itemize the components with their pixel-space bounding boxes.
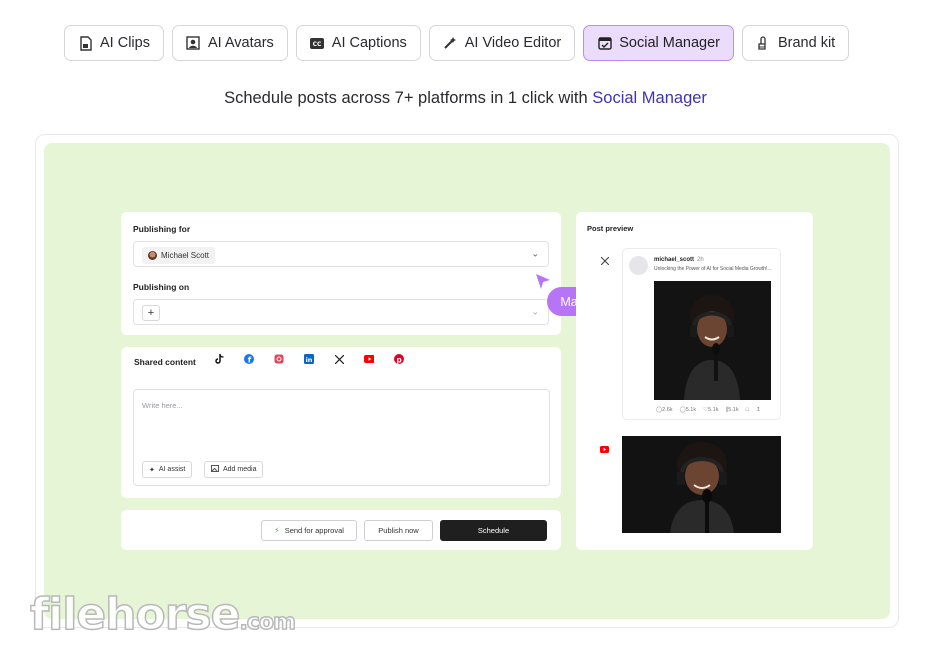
plus-icon: + bbox=[147, 307, 155, 319]
x-icon[interactable] bbox=[334, 354, 344, 364]
tweet-username: michael_scott bbox=[654, 257, 695, 263]
account-name: Michael Scott bbox=[161, 251, 210, 260]
tab-label: AI Clips bbox=[100, 35, 150, 51]
content-editor[interactable]: Write here... ✦ AI assist Add media bbox=[133, 389, 550, 486]
subtitle-text: Schedule posts across 7+ platforms in 1 … bbox=[224, 89, 593, 107]
publish-now-button[interactable]: Publish now bbox=[364, 520, 433, 541]
youtube-icon[interactable] bbox=[364, 354, 374, 364]
publishing-on-label: Publishing on bbox=[133, 282, 190, 292]
account-chip: Michael Scott bbox=[142, 247, 216, 264]
magic-wand-icon bbox=[443, 36, 458, 51]
svg-text:f: f bbox=[248, 356, 252, 365]
tab-social-manager[interactable]: Social Manager bbox=[583, 25, 734, 61]
tab-label: AI Video Editor bbox=[464, 35, 562, 51]
publish-now-label: Publish now bbox=[378, 526, 419, 535]
tab-label: AI Avatars bbox=[207, 35, 274, 51]
svg-text:CC: CC bbox=[313, 41, 322, 48]
tab-label: AI Captions bbox=[331, 35, 407, 51]
tweet-header: michael_scott 2h bbox=[654, 257, 704, 263]
instagram-icon[interactable] bbox=[274, 354, 284, 364]
views-icon: ∥5.1k bbox=[725, 407, 739, 413]
linkedin-icon[interactable]: in bbox=[304, 354, 314, 364]
shared-content-label: Shared content bbox=[134, 357, 196, 367]
youtube-icon bbox=[600, 440, 609, 458]
watermark-suffix: .com bbox=[239, 609, 297, 636]
add-media-label: Add media bbox=[223, 466, 257, 473]
avatar-portrait-icon bbox=[186, 36, 201, 51]
paint-brush-icon bbox=[756, 36, 771, 51]
bookmark-icon: □ bbox=[745, 407, 749, 413]
chevron-down-icon: ⌄ bbox=[531, 248, 539, 259]
tab-brand-kit[interactable]: Brand kit bbox=[741, 25, 850, 61]
tab-label: Social Manager bbox=[619, 35, 720, 51]
schedule-label: Schedule bbox=[477, 526, 510, 535]
tab-label: Brand kit bbox=[777, 35, 836, 51]
x-icon bbox=[600, 252, 610, 270]
calendar-check-icon bbox=[597, 36, 612, 51]
share-icon: ↥ bbox=[755, 407, 761, 413]
pinterest-icon[interactable]: p bbox=[394, 354, 404, 364]
feature-tabs: AI Clips AI Avatars CC AI Captions AI Vi… bbox=[64, 25, 850, 61]
svg-text:in: in bbox=[306, 356, 313, 364]
post-preview-card: Post preview michael_scott 2h Unlocking t… bbox=[576, 212, 813, 550]
publishing-for-label: Publishing for bbox=[133, 224, 191, 234]
tiktok-icon[interactable] bbox=[214, 354, 224, 364]
post-preview-title: Post preview bbox=[587, 224, 634, 233]
collaborator-cursor-icon bbox=[536, 274, 550, 289]
ai-assist-button[interactable]: ✦ AI assist bbox=[142, 461, 193, 478]
youtube-video-thumbnail bbox=[622, 436, 781, 533]
ai-assist-label: AI assist bbox=[158, 466, 186, 473]
watermark-main: filehorse bbox=[29, 588, 241, 641]
send-for-approval-button[interactable]: ⚡ Send for approval bbox=[261, 520, 357, 541]
like-icon: ♡5.1k bbox=[703, 407, 719, 413]
tweet-text: Unlocking the Power of AI for Social Med… bbox=[654, 266, 772, 272]
editor-placeholder: Write here... bbox=[142, 401, 183, 410]
shared-content-card: Shared content f in p Write here... ✦ AI… bbox=[121, 347, 561, 498]
tab-ai-avatars[interactable]: AI Avatars bbox=[171, 25, 288, 61]
tweet-photo bbox=[654, 281, 771, 400]
schedule-button[interactable]: Schedule bbox=[440, 520, 547, 541]
tab-ai-captions[interactable]: CC AI Captions bbox=[295, 25, 421, 61]
tab-ai-video-editor[interactable]: AI Video Editor bbox=[428, 25, 576, 61]
tweet-preview: michael_scott 2h Unlocking the Power of A… bbox=[622, 248, 781, 420]
tweet-stats: ◯2.6k ◯5.1k ♡5.1k ∥5.1k □ ↥ bbox=[656, 407, 761, 413]
cc-captions-icon: CC bbox=[310, 36, 325, 51]
add-platform-button[interactable]: + bbox=[142, 305, 160, 321]
facebook-icon[interactable]: f bbox=[244, 354, 254, 364]
avatar bbox=[148, 251, 157, 260]
clip-file-icon bbox=[78, 35, 93, 51]
avatar bbox=[629, 256, 648, 275]
svg-text:p: p bbox=[396, 355, 402, 364]
actions-card: ⚡ Send for approval Publish now Schedule bbox=[121, 510, 561, 550]
image-icon bbox=[211, 465, 219, 474]
retweet-icon: ◯5.1k bbox=[679, 407, 697, 413]
platform-select[interactable]: + ⌄ bbox=[133, 299, 549, 325]
sparkle-icon: ✦ bbox=[149, 466, 155, 474]
tweet-time: 2h bbox=[697, 257, 704, 263]
add-media-button[interactable]: Add media bbox=[204, 461, 264, 478]
reply-icon: ◯2.6k bbox=[656, 407, 673, 413]
section-subtitle: Schedule posts across 7+ platforms in 1 … bbox=[0, 89, 931, 108]
tab-ai-clips[interactable]: AI Clips bbox=[64, 25, 164, 61]
subtitle-accent-link[interactable]: Social Manager bbox=[592, 89, 707, 107]
send-approval-label: Send for approval bbox=[284, 526, 344, 535]
chevron-down-icon: ⌄ bbox=[531, 306, 539, 317]
lightning-icon: ⚡ bbox=[274, 526, 280, 535]
filehorse-watermark-logo: filehorse.com bbox=[29, 588, 297, 641]
account-select[interactable]: Michael Scott ⌄ bbox=[133, 241, 549, 267]
publishing-card: Publishing for Michael Scott ⌄ Publishin… bbox=[121, 212, 561, 335]
